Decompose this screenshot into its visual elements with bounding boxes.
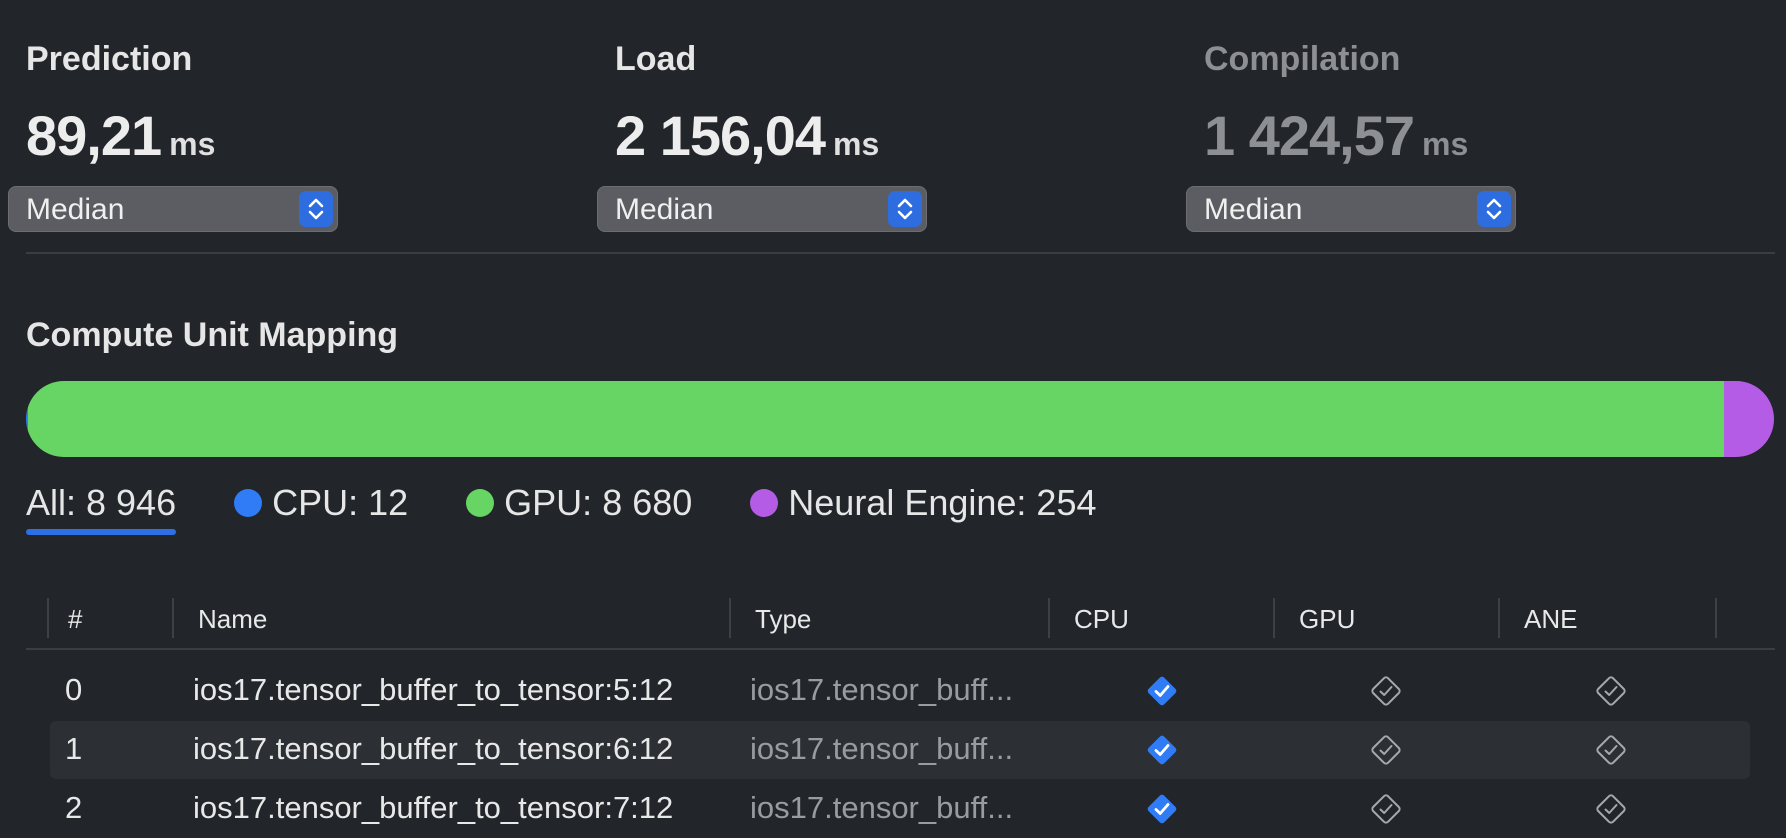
legend-ane-label: Neural Engine: 254 [788,482,1097,523]
gpu-dot-icon [466,489,495,517]
load-stat-label: Median [615,193,714,226]
cpu-checkmark-icon [1144,732,1180,768]
gpu-checkmark-icon [1368,791,1404,827]
row-name: ios17.tensor_buffer_to_tensor:7:12 [193,790,674,825]
column-separator[interactable] [1498,598,1500,638]
cpu-checkmark-icon [1144,673,1180,709]
cpu-dot-icon [234,489,263,517]
column-separator[interactable] [1048,598,1050,638]
row-number: 0 [65,672,83,707]
row-type: ios17.tensor_buff... [750,731,1014,766]
column-separator[interactable] [1715,598,1717,638]
row-type: ios17.tensor_buff... [750,790,1014,825]
table-row[interactable]: 0 ios17.tensor_buffer_to_tensor:5:12 ios… [50,662,1750,720]
legend-all-label: All: 8 946 [26,482,177,523]
legend-gpu-label: GPU: 8 680 [504,482,693,523]
compilation-title: Compilation [1204,40,1401,78]
row-name: ios17.tensor_buffer_to_tensor:5:12 [193,672,674,707]
column-separator[interactable] [729,598,731,638]
column-header-name[interactable]: Name [198,604,267,635]
bar-segment-gpu [28,381,1725,457]
selected-underline [26,529,177,535]
load-unit: ms [832,126,880,162]
row-number: 2 [65,790,83,825]
compute-unit-bar [26,381,1774,457]
column-header-number[interactable]: # [68,604,82,635]
ane-checkmark-icon [1593,673,1629,709]
up-down-chevron-icon [1477,191,1511,227]
legend-filter-cpu[interactable]: CPU: 12 [234,482,408,524]
cpu-checkmark-icon [1144,791,1180,827]
load-title: Load [615,40,697,78]
compilation-value-group: 1 424,57 ms [1204,103,1518,168]
column-separator[interactable] [47,598,49,638]
up-down-chevron-icon [299,191,333,227]
table-header: # Name Type CPU GPU ANE [26,596,1775,650]
column-header-type[interactable]: Type [755,604,811,635]
prediction-title: Prediction [26,40,193,78]
compilation-stat-label: Median [1204,193,1303,226]
compute-unit-mapping-title: Compute Unit Mapping [26,316,399,354]
legend-filter-ane[interactable]: Neural Engine: 254 [750,482,1097,524]
up-down-chevron-icon [888,191,922,227]
table-row[interactable]: 2 ios17.tensor_buffer_to_tensor:7:12 ios… [50,780,1750,838]
legend-filter-gpu[interactable]: GPU: 8 680 [466,482,692,524]
prediction-value: 89,21 [26,104,162,167]
ane-checkmark-icon [1593,791,1629,827]
gpu-checkmark-icon [1368,732,1404,768]
legend-filter-all[interactable]: All: 8 946 [26,482,177,535]
column-header-cpu[interactable]: CPU [1074,604,1129,635]
column-header-gpu[interactable]: GPU [1299,604,1355,635]
table-row[interactable]: 1 ios17.tensor_buffer_to_tensor:6:12 ios… [50,721,1750,779]
column-header-ane[interactable]: ANE [1524,604,1577,635]
compilation-metric: Compilation 1 424,57 ms Median [1178,40,1518,232]
row-number: 1 [65,731,83,766]
gpu-checkmark-icon [1368,673,1404,709]
prediction-stat-select[interactable]: Median [8,186,338,232]
row-type: ios17.tensor_buff... [750,672,1014,707]
prediction-value-group: 89,21 ms [26,103,340,168]
compilation-unit: ms [1421,126,1469,162]
bar-segment-neural-engine [1724,381,1774,457]
compilation-stat-select[interactable]: Median [1186,186,1516,232]
load-metric: Load 2 156,04 ms Median [589,40,929,232]
neural-engine-dot-icon [750,489,779,517]
row-name: ios17.tensor_buffer_to_tensor:6:12 [193,731,674,766]
load-value-group: 2 156,04 ms [615,103,929,168]
load-stat-select[interactable]: Median [597,186,927,232]
load-value: 2 156,04 [615,104,826,167]
column-separator[interactable] [1273,598,1275,638]
prediction-stat-label: Median [26,193,125,226]
column-separator[interactable] [172,598,174,638]
compute-unit-legend: All: 8 946 CPU: 12 GPU: 8 680 Neural Eng… [26,482,1155,535]
section-divider [26,252,1775,254]
compilation-value: 1 424,57 [1204,104,1415,167]
prediction-metric: Prediction 89,21 ms Median [0,40,340,232]
prediction-unit: ms [169,126,216,162]
legend-cpu-label: CPU: 12 [272,482,409,523]
ane-checkmark-icon [1593,732,1629,768]
